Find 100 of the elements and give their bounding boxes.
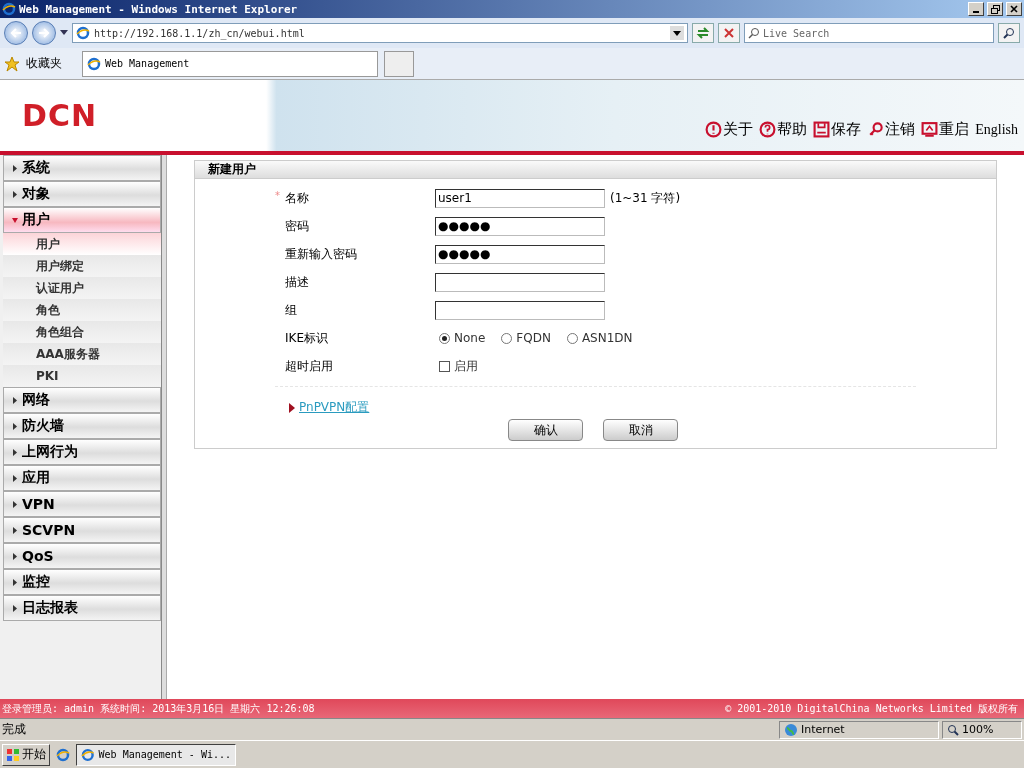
language-link[interactable]: English — [975, 121, 1018, 138]
header-link-label[interactable]: 帮助 — [777, 120, 808, 139]
sidebar-subitem[interactable]: PKI — [3, 365, 161, 387]
window-title: Web Management - Windows Internet Explorer — [19, 2, 299, 16]
header-link-label[interactable]: 注销 — [885, 120, 916, 139]
header-link-label[interactable]: 保存 — [831, 120, 862, 139]
stop-icon — [723, 27, 735, 39]
required-mark: * — [275, 189, 280, 201]
caret-icon — [12, 216, 18, 224]
copyright: © 2001-2010 DigitalChina Networks Limited 版权所有 — [725, 701, 1018, 716]
field-label: 重新输入密码 — [284, 245, 358, 263]
sidebar-subitem[interactable]: 角色组合 — [3, 321, 161, 343]
dropdown-arrow-icon[interactable] — [60, 30, 68, 36]
restore-button[interactable] — [987, 2, 1003, 16]
sidebar-item[interactable]: 对象 — [3, 181, 161, 207]
header-link[interactable]: 注销 — [867, 120, 916, 139]
windows-logo-icon — [6, 747, 20, 762]
sidebar-item[interactable]: 应用 — [3, 465, 161, 491]
sidebar-item[interactable]: 系统 — [3, 155, 161, 181]
search-field[interactable]: Live Search — [744, 23, 994, 43]
caret-icon — [12, 526, 18, 534]
favorites-label[interactable]: 收藏夹 — [26, 55, 62, 72]
browser-icon — [81, 747, 95, 762]
sidebar-item[interactable]: VPN — [3, 491, 161, 517]
caret-icon — [12, 422, 18, 430]
header-link-label[interactable]: 关于 — [723, 120, 754, 139]
sidebar-subitem[interactable]: AAA服务器 — [3, 343, 161, 365]
field-hint: (1~31 字符) — [610, 189, 681, 207]
field-label: 超时启用 — [284, 357, 334, 375]
forward-arrow-icon — [37, 26, 51, 40]
forward-button[interactable] — [32, 21, 56, 45]
close-icon — [1010, 5, 1018, 13]
sidebar-item[interactable]: 防火墙 — [3, 413, 161, 439]
zoom-label[interactable]: 100% — [962, 723, 994, 736]
search-button[interactable] — [998, 23, 1020, 43]
refresh-button[interactable] — [692, 23, 714, 43]
sidebar-item[interactable]: 日志报表 — [3, 595, 161, 621]
header-link-label[interactable]: 重启 — [939, 120, 970, 139]
minimize-button[interactable] — [968, 2, 984, 16]
refresh-icon — [696, 26, 710, 40]
option-label[interactable]: FQDN — [516, 331, 551, 345]
caret-icon — [12, 474, 18, 482]
taskbar-button[interactable]: Web Management - Wi... — [76, 743, 236, 766]
zoom-control[interactable]: 100% — [942, 720, 1022, 739]
start-button[interactable]: 开始 — [2, 743, 50, 766]
option-label[interactable]: ASN1DN — [581, 331, 633, 345]
field-label: 描述 — [284, 273, 310, 291]
header-link[interactable]: 帮助 — [759, 120, 808, 139]
input-field[interactable]: ●●●●● — [435, 244, 605, 264]
form-button[interactable]: 取消 — [603, 419, 678, 441]
input-field[interactable]: ●●●●● — [435, 216, 605, 236]
input-field[interactable] — [435, 272, 605, 292]
info-icon — [705, 121, 723, 138]
sidebar-item[interactable]: 用户 — [3, 207, 161, 233]
key-icon — [867, 121, 885, 138]
caret-icon — [12, 190, 18, 198]
help-icon — [759, 121, 777, 138]
header-link[interactable]: 关于 — [705, 120, 754, 139]
header-link[interactable]: 重启 — [921, 120, 970, 139]
sidebar-item[interactable]: 上网行为 — [3, 439, 161, 465]
header-link[interactable]: 保存 — [813, 120, 862, 139]
browser-icon — [87, 56, 101, 71]
stop-button[interactable] — [718, 23, 740, 43]
panel-title: 新建用户 — [195, 161, 996, 179]
input-field[interactable]: user1 — [435, 188, 605, 208]
monitor-icon — [921, 121, 939, 138]
globe-icon — [784, 722, 798, 737]
sidebar-subitem[interactable]: 认证用户 — [3, 277, 161, 299]
form-button[interactable]: 确认 — [508, 419, 583, 441]
sidebar-subitem[interactable]: 用户绑定 — [3, 255, 161, 277]
star-icon[interactable] — [4, 55, 20, 72]
sidebar-subitem[interactable]: 用户 — [3, 233, 161, 255]
checkbox[interactable] — [439, 360, 450, 372]
caret-icon — [12, 164, 18, 172]
close-button[interactable] — [1006, 2, 1022, 16]
sidebar-item[interactable]: 监控 — [3, 569, 161, 595]
option-label[interactable]: 启用 — [454, 357, 478, 375]
browser-icon — [56, 747, 70, 762]
sidebar-item[interactable]: QoS — [3, 543, 161, 569]
caret-icon — [289, 402, 295, 413]
option-label[interactable]: None — [454, 331, 486, 345]
back-arrow-icon — [9, 26, 23, 40]
zone-label: Internet — [801, 723, 845, 736]
caret-icon — [12, 578, 18, 586]
input-field[interactable] — [435, 300, 605, 320]
restore-icon — [990, 4, 1000, 14]
back-button[interactable] — [4, 21, 28, 45]
field-label: IKE标识 — [284, 329, 329, 347]
login-info: 登录管理员: admin 系统时间: 2013年3月16日 星期六 12:26:08 — [2, 701, 315, 716]
sidebar-subitem[interactable]: 角色 — [3, 299, 161, 321]
caret-icon — [12, 552, 18, 560]
search-icon — [748, 27, 760, 39]
search-icon — [1003, 27, 1015, 39]
sidebar-item[interactable]: 网络 — [3, 387, 161, 413]
field-label: * 名称 — [275, 189, 310, 207]
browser-icon — [76, 26, 90, 40]
caret-icon — [12, 448, 18, 456]
sidebar-item[interactable]: SCVPN — [3, 517, 161, 543]
address-field[interactable]: http://192.168.1.1/zh_cn/webui.html — [72, 23, 688, 43]
browser-tab[interactable]: Web Management — [82, 50, 378, 77]
